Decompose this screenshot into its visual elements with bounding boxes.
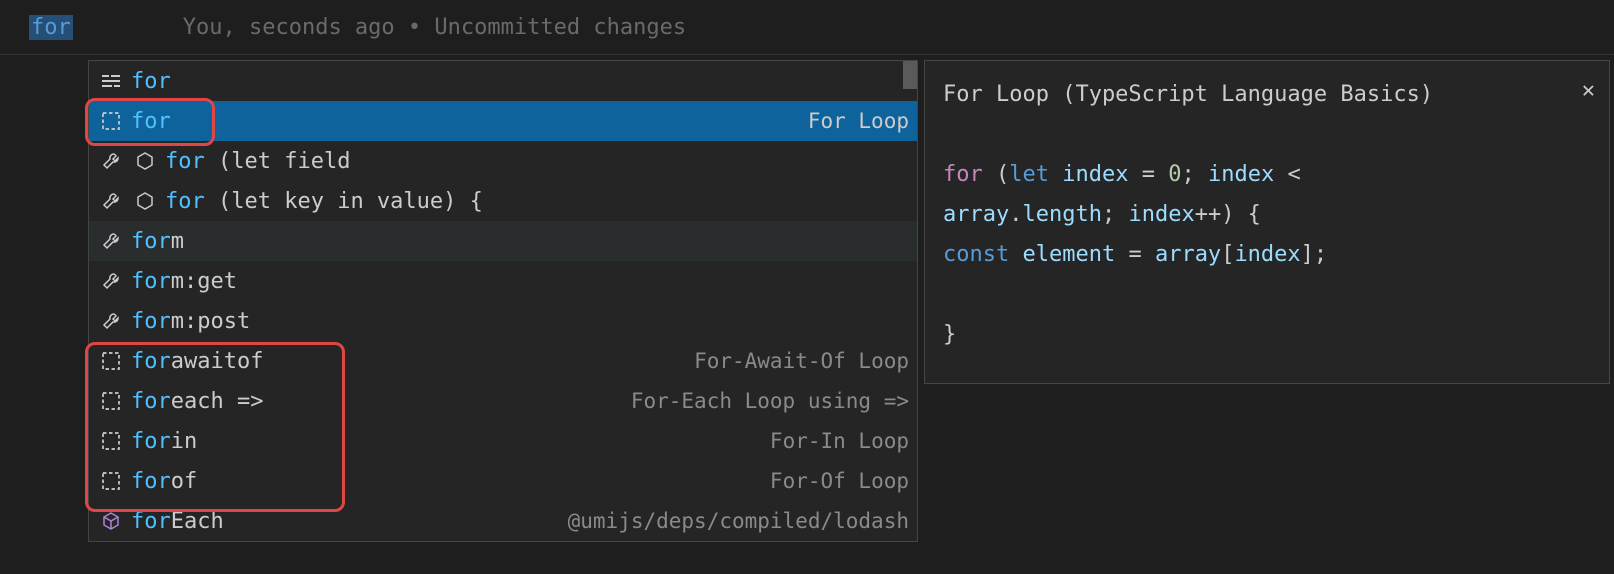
suggest-details: ✕ For Loop (TypeScript Language Basics) … (924, 60, 1610, 384)
suggest-detail: @umijs/deps/compiled/lodash (568, 509, 909, 533)
close-icon[interactable]: ✕ (1582, 71, 1595, 111)
suggest-item[interactable]: forawaitofFor-Await-Of Loop (89, 341, 917, 381)
hex-icon (131, 151, 159, 171)
suggest-item[interactable]: forEach@umijs/deps/compiled/lodash (89, 501, 917, 541)
suggest-label: form (131, 229, 909, 254)
suggest-detail: For Loop (808, 109, 909, 133)
wrench-hex-icon (97, 191, 125, 211)
suggest-widget[interactable]: forforFor Loopfor (let fieldfor (let key… (88, 60, 918, 542)
snippet-icon (97, 391, 125, 411)
suggest-detail: For-Await-Of Loop (694, 349, 909, 373)
wrench-icon (97, 231, 125, 251)
suggest-detail: For-Each Loop using => (631, 389, 909, 413)
suggest-item[interactable]: for (let key in value) { (89, 181, 917, 221)
details-code: for (let index = 0; index < array.length… (943, 155, 1591, 355)
suggest-detail: For-In Loop (770, 429, 909, 453)
wrench-hex-icon (97, 151, 125, 171)
suggest-label: for (131, 109, 808, 134)
snippet-icon (97, 351, 125, 371)
keyword-icon (97, 71, 125, 91)
suggest-item[interactable]: foreach =>For-Each Loop using => (89, 381, 917, 421)
suggest-item[interactable]: forinFor-In Loop (89, 421, 917, 461)
editor-line[interactable]: for You, seconds ago • Uncommitted chang… (0, 0, 1614, 55)
suggest-label: foreach => (131, 389, 631, 414)
snippet-icon (97, 431, 125, 451)
suggest-label: forEach (131, 509, 568, 534)
suggest-label: form:post (131, 309, 909, 334)
hex-icon (131, 191, 159, 211)
suggest-label: for (let key in value) { (165, 189, 909, 214)
suggest-item[interactable]: form:get (89, 261, 917, 301)
wrench-icon (97, 311, 125, 331)
suggest-item[interactable]: for (let field (89, 141, 917, 181)
suggest-item[interactable]: forofFor-Of Loop (89, 461, 917, 501)
suggest-detail: For-Of Loop (770, 469, 909, 493)
suggest-item[interactable]: form:post (89, 301, 917, 341)
suggest-label: for (131, 69, 909, 94)
git-codelens: You, seconds ago • Uncommitted changes (183, 15, 686, 40)
suggest-item[interactable]: form (89, 221, 917, 261)
snippet-icon (97, 471, 125, 491)
suggest-item[interactable]: forFor Loop (89, 101, 917, 141)
typed-text: for (29, 15, 73, 40)
cube-icon (97, 511, 125, 531)
suggest-label: forawaitof (131, 349, 694, 374)
suggest-label: form:get (131, 269, 909, 294)
suggest-label: for (let field (165, 149, 909, 174)
wrench-icon (97, 271, 125, 291)
suggest-label: forof (131, 469, 770, 494)
details-title: For Loop (TypeScript Language Basics) (943, 75, 1591, 115)
snippet-icon (97, 111, 125, 131)
suggest-item[interactable]: for (89, 61, 917, 101)
suggest-label: forin (131, 429, 770, 454)
